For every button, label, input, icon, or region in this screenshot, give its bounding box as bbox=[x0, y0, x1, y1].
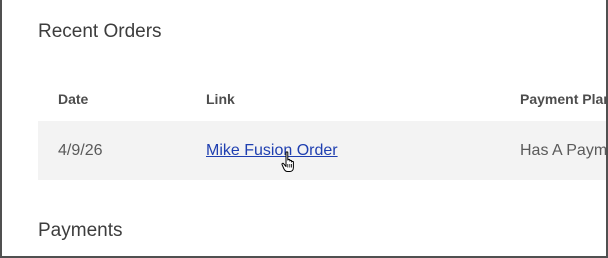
order-date-cell: 4/9/26 bbox=[38, 121, 186, 180]
order-link-cell: Mike Fusion Order bbox=[186, 121, 500, 180]
payment-plan-cell: Has A Payment Plan bbox=[500, 121, 606, 180]
column-header-payment-plan: Payment Plan bbox=[520, 90, 608, 107]
column-header-date: Date bbox=[58, 90, 89, 107]
table-header-row: Date Link Payment Plan bbox=[38, 76, 608, 121]
payments-title: Payments bbox=[38, 220, 123, 241]
recent-orders-table: Date Link Payment Plan 4/9/26 Mike Fusio… bbox=[38, 76, 608, 180]
table-row: 4/9/26 Mike Fusion Order Has A Payment P… bbox=[38, 121, 606, 180]
column-header-link: Link bbox=[206, 90, 235, 107]
recent-orders-title: Recent Orders bbox=[38, 21, 162, 42]
order-link[interactable]: Mike Fusion Order bbox=[206, 142, 338, 159]
recent-orders-table-container: Date Link Payment Plan 4/9/26 Mike Fusio… bbox=[38, 76, 608, 180]
window-frame: Recent Orders Date Link Payment Plan 4/9… bbox=[0, 0, 608, 258]
